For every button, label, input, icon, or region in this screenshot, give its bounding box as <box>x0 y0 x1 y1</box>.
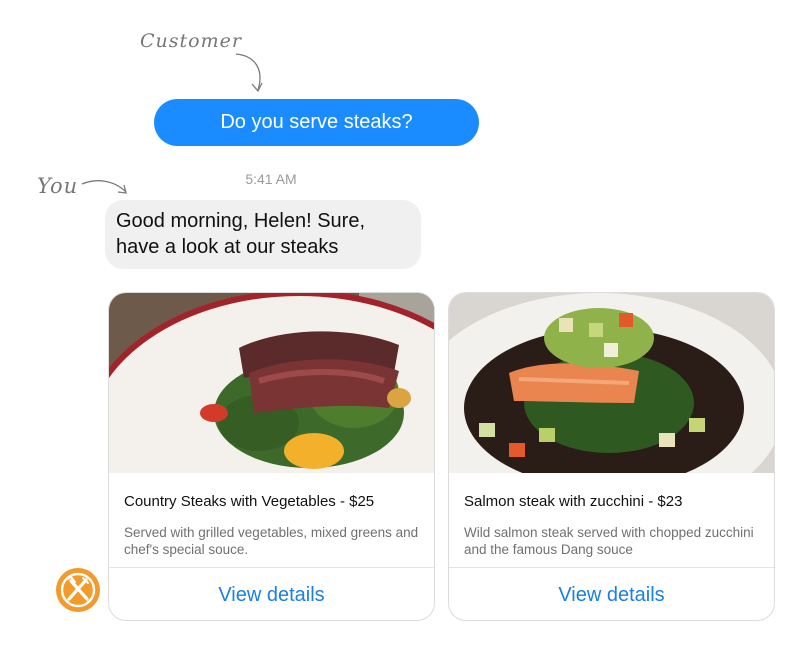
product-card-salmon[interactable]: Salmon steak with zucchini - $23 Wild sa… <box>448 292 775 621</box>
card-description: Served with grilled vegetables, mixed gr… <box>124 525 419 557</box>
customer-message-bubble[interactable]: Do you serve steaks? <box>154 99 479 146</box>
view-details-button[interactable]: View details <box>449 568 774 620</box>
reply-line-2: have a look at our steaks <box>116 236 339 258</box>
salmon-dish-photo[interactable] <box>449 293 774 473</box>
card-title: Country Steaks with Vegetables - $25 <box>124 493 375 510</box>
fork-knife-icon[interactable] <box>55 567 101 613</box>
message-timestamp: 5:41 AM <box>245 171 297 187</box>
card-title: Salmon steak with zucchini - $23 <box>464 493 683 510</box>
reply-message-bubble[interactable]: Good morning, Helen! Sure, have a look a… <box>105 200 421 269</box>
view-details-button[interactable]: View details <box>109 568 434 620</box>
card-description: Wild salmon steak served with chopped zu… <box>464 525 754 557</box>
steak-dish-photo[interactable] <box>109 293 434 473</box>
product-card-steak[interactable]: Country Steaks with Vegetables - $25 Ser… <box>108 292 435 621</box>
customer-message-text: Do you serve steaks? <box>220 111 413 133</box>
reply-line-1: Good morning, Helen! Sure, <box>116 210 366 232</box>
